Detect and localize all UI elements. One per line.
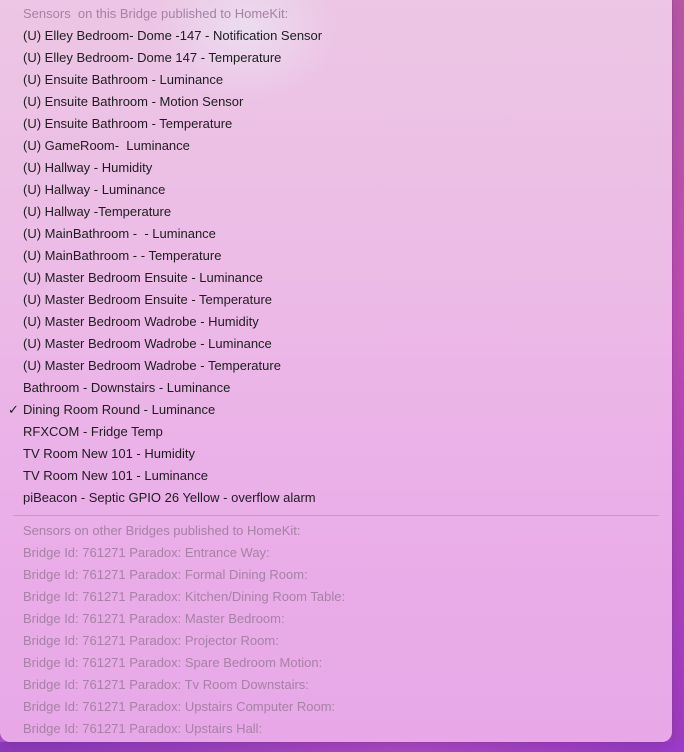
menu-item-label: Bathroom - Downstairs - Luminance xyxy=(23,380,231,395)
desktop-background-bottom xyxy=(0,742,684,752)
menu-item-sensor[interactable]: (U) GameRoom- Luminance xyxy=(0,135,672,157)
menu-item-sensor[interactable]: RFXCOM - Fridge Temp xyxy=(0,421,672,443)
menu-item-sensor[interactable]: Bathroom - Downstairs - Luminance xyxy=(0,377,672,399)
menu-item-other-bridge-sensor: Bridge Id: 761271 Paradox: Spare Bedroom… xyxy=(23,655,323,670)
menu-item-label: (U) Master Bedroom Ensuite - Luminance xyxy=(23,270,263,285)
menu-item-label: (U) Ensuite Bathroom - Temperature xyxy=(23,116,233,131)
menu-item-label: (U) Ensuite Bathroom - Motion Sensor xyxy=(23,94,244,109)
menu-item-sensor[interactable]: TV Room New 101 - Luminance xyxy=(0,465,672,487)
menu-item-sensor[interactable]: (U) Ensuite Bathroom - Temperature xyxy=(0,113,672,135)
menu-item-label: (U) Hallway -Temperature xyxy=(23,204,172,219)
menu-item-label: (U) GameRoom- Luminance xyxy=(23,138,190,153)
menu-item-label: (U) Master Bedroom Wadrobe - Temperature xyxy=(23,358,281,373)
other-bridges-sensor-list: Bridge Id: 761271 Paradox: Entrance Way:… xyxy=(0,542,672,740)
menu-item-label: (U) Hallway - Luminance xyxy=(23,182,166,197)
menu-item-label: (U) Master Bedroom Wadrobe - Humidity xyxy=(23,314,259,329)
section-header-other-bridges: Sensors on other Bridges published to Ho… xyxy=(23,523,301,538)
menu-item-other-bridge-sensor: Bridge Id: 761271 Paradox: Kitchen/Dinin… xyxy=(23,589,346,604)
menu-item-sensor[interactable]: (U) Elley Bedroom- Dome -147 - Notificat… xyxy=(0,25,672,47)
menu-item-sensor[interactable]: (U) Hallway -Temperature xyxy=(0,201,672,223)
menu-item-sensor[interactable]: (U) Master Bedroom Wadrobe - Temperature xyxy=(0,355,672,377)
this-bridge-sensor-list: (U) Elley Bedroom- Dome -147 - Notificat… xyxy=(0,25,672,509)
menu-item-sensor[interactable]: (U) Ensuite Bathroom - Motion Sensor xyxy=(0,91,672,113)
menu-item-label: TV Room New 101 - Luminance xyxy=(23,468,208,483)
menu-item-sensor[interactable]: (U) Master Bedroom Wadrobe - Humidity xyxy=(0,311,672,333)
menu-item-sensor[interactable]: (U) Master Bedroom Ensuite - Temperature xyxy=(0,289,672,311)
menu-item-other-bridge-sensor: Bridge Id: 761271 Paradox: Upstairs Comp… xyxy=(23,699,336,714)
menu-item-label: TV Room New 101 - Humidity xyxy=(23,446,195,461)
menu-item-sensor[interactable]: (U) Master Bedroom Ensuite - Luminance xyxy=(0,267,672,289)
menu-item-sensor[interactable]: (U) Hallway - Humidity xyxy=(0,157,672,179)
menu-item-sensor[interactable]: ✓ Dining Room Round - Luminance xyxy=(0,399,672,421)
menu-item-label: Dining Room Round - Luminance xyxy=(23,402,216,417)
menu-item-label: (U) Hallway - Humidity xyxy=(23,160,153,175)
menu-item-sensor[interactable]: (U) Master Bedroom Wadrobe - Luminance xyxy=(0,333,672,355)
checkmark-icon: ✓ xyxy=(8,402,19,417)
menu-item-label: (U) Master Bedroom Ensuite - Temperature xyxy=(23,292,273,307)
menu-item-other-bridge-sensor: Bridge Id: 761271 Paradox: Master Bedroo… xyxy=(23,611,285,626)
menu-item-sensor[interactable]: (U) MainBathroom - - Luminance xyxy=(0,223,672,245)
menu-item-label: (U) Elley Bedroom- Dome 147 - Temperatur… xyxy=(23,50,282,65)
menu-item-sensor[interactable]: (U) MainBathroom - - Temperature xyxy=(0,245,672,267)
section-header-this-bridge: Sensors on this Bridge published to Home… xyxy=(23,6,289,21)
menu-item-sensor[interactable]: (U) Hallway - Luminance xyxy=(0,179,672,201)
menu-item-sensor[interactable]: TV Room New 101 - Humidity xyxy=(0,443,672,465)
menu-item-label: (U) MainBathroom - - Temperature xyxy=(23,248,222,263)
menu-item-other-bridge-sensor: Bridge Id: 761271 Paradox: Projector Roo… xyxy=(23,633,279,648)
menu-separator xyxy=(13,515,659,516)
menu-item-other-bridge-sensor: Bridge Id: 761271 Paradox: Tv Room Downs… xyxy=(23,677,309,692)
desktop-background-edge xyxy=(672,0,684,752)
menu-item-label: (U) Elley Bedroom- Dome -147 - Notificat… xyxy=(23,28,323,43)
menu-item-other-bridge-sensor: Bridge Id: 761271 Paradox: Entrance Way: xyxy=(23,545,270,560)
dropdown-menu: Sensors on this Bridge published to Home… xyxy=(0,0,672,742)
menu-item-other-bridge-sensor: Bridge Id: 761271 Paradox: Formal Dining… xyxy=(23,567,308,582)
menu-item-label: RFXCOM - Fridge Temp xyxy=(23,424,163,439)
menu-item-label: piBeacon - Septic GPIO 26 Yellow - overf… xyxy=(23,490,316,505)
menu-content: Sensors on this Bridge published to Home… xyxy=(0,0,672,740)
menu-item-label: (U) Ensuite Bathroom - Luminance xyxy=(23,72,224,87)
menu-item-other-bridge-sensor: Bridge Id: 761271 Paradox: Upstairs Hall… xyxy=(23,721,263,736)
menu-item-sensor[interactable]: piBeacon - Septic GPIO 26 Yellow - overf… xyxy=(0,487,672,509)
menu-item-sensor[interactable]: (U) Elley Bedroom- Dome 147 - Temperatur… xyxy=(0,47,672,69)
menu-item-label: (U) Master Bedroom Wadrobe - Luminance xyxy=(23,336,272,351)
menu-item-sensor[interactable]: (U) Ensuite Bathroom - Luminance xyxy=(0,69,672,91)
menu-item-label: (U) MainBathroom - - Luminance xyxy=(23,226,216,241)
